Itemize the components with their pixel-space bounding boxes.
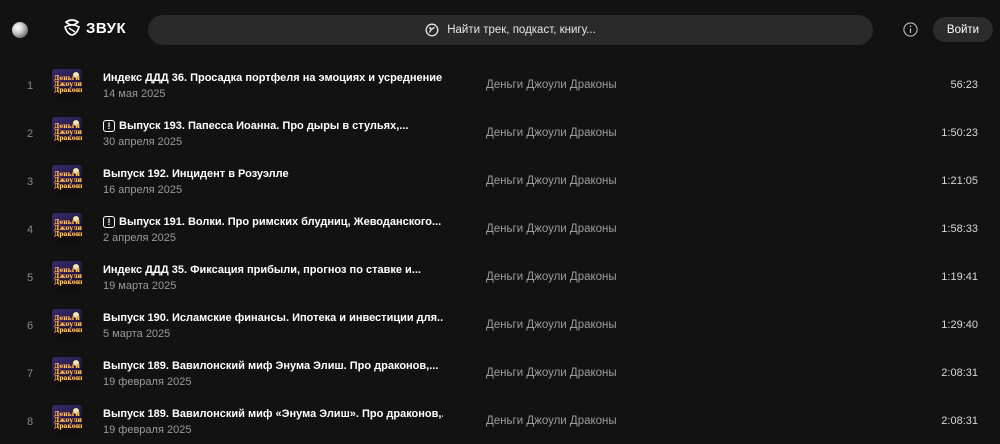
track-row[interactable]: 3 Деньги Джоули Драконы Выпуск 192. Инци… (0, 159, 1000, 207)
info-icon[interactable] (903, 22, 918, 37)
podcast-cover-image[interactable]: Деньги Джоули Драконы (52, 309, 82, 339)
track-number: 5 (26, 272, 34, 284)
track-artist-link[interactable]: Деньги Джоули Драконы (486, 175, 617, 187)
track-duration: 1:21:05 (941, 175, 978, 187)
track-duration: 1:19:41 (941, 271, 978, 283)
track-date: 16 апреля 2025 (103, 184, 183, 196)
track-row[interactable]: 5 Деньги Джоули Драконы Индекс ДДД 35. Ф… (0, 255, 1000, 303)
track-row[interactable]: 1 Деньги Джоули Драконы Индекс ДДД 36. П… (0, 63, 1000, 111)
cover-caption-line: Драконы (54, 375, 82, 382)
podcast-cover-image[interactable]: Деньги Джоули Драконы (52, 357, 82, 387)
zvuk-logo-icon (64, 19, 80, 36)
cover-caption-line: Драконы (54, 327, 82, 334)
track-artist-link[interactable]: Деньги Джоули Драконы (486, 127, 617, 139)
track-title-text: Индекс ДДД 35. Фиксация прибыли, прогноз… (103, 264, 421, 276)
track-date: 19 марта 2025 (103, 280, 177, 292)
track-number: 2 (26, 128, 34, 140)
podcast-cover-image[interactable]: Деньги Джоули Драконы (52, 261, 82, 291)
cover-caption: Деньги Джоули Драконы (54, 364, 82, 382)
track-row[interactable]: 4 Деньги Джоули Драконы ! Выпуск 191. Во… (0, 207, 1000, 255)
track-duration: 1:29:40 (941, 319, 978, 331)
track-date: 14 мая 2025 (103, 88, 166, 100)
track-row[interactable]: 6 Деньги Джоули Драконы Выпуск 190. Исла… (0, 303, 1000, 351)
cover-caption: Деньги Джоули Драконы (54, 268, 82, 286)
explicit-warning-icon: ! (103, 120, 115, 132)
track-date: 19 февраля 2025 (103, 376, 192, 388)
cover-caption: Деньги Джоули Драконы (54, 220, 82, 238)
track-number: 7 (26, 368, 34, 380)
track-number: 8 (26, 416, 34, 428)
track-number: 1 (26, 80, 34, 92)
track-list: 1 Деньги Джоули Драконы Индекс ДДД 36. П… (0, 63, 1000, 444)
track-artist-link[interactable]: Деньги Джоули Драконы (486, 415, 617, 427)
search-input[interactable]: Найти трек, подкаст, книгу... (148, 15, 873, 45)
track-date: 2 апреля 2025 (103, 232, 177, 244)
cover-caption: Деньги Джоули Драконы (54, 316, 82, 334)
podcast-cover-image[interactable]: Деньги Джоули Драконы (52, 405, 82, 435)
track-title[interactable]: Индекс ДДД 36. Просадка портфеля на эмоц… (103, 72, 442, 84)
track-duration: 2:08:31 (941, 415, 978, 427)
search-placeholder: Найти трек, подкаст, книгу... (447, 24, 596, 36)
top-bar: ЗВУК Найти трек, подкаст, книгу... Войти (0, 0, 1000, 60)
cover-caption: Деньги Джоули Драконы (54, 76, 82, 94)
track-title[interactable]: Выпуск 189. Вавилонский миф «Энума Элиш»… (103, 408, 443, 420)
track-number: 4 (26, 224, 34, 236)
track-date: 19 февраля 2025 (103, 424, 192, 436)
login-button[interactable]: Войти (933, 17, 993, 42)
cover-caption: Деньги Джоули Драконы (54, 124, 82, 142)
explicit-warning-icon: ! (103, 216, 115, 228)
track-row[interactable]: 2 Деньги Джоули Драконы ! Выпуск 193. Па… (0, 111, 1000, 159)
cover-caption-line: Драконы (54, 231, 82, 238)
track-title-text: Выпуск 189. Вавилонский миф «Энума Элиш»… (103, 408, 443, 420)
track-title[interactable]: Выпуск 189. Вавилонский миф Энума Элиш. … (103, 360, 438, 372)
track-title-text: Выпуск 193. Папесса Иоанна. Про дыры в с… (119, 120, 409, 132)
track-title[interactable]: Выпуск 192. Инцидент в Розуэлле (103, 168, 289, 180)
track-date: 5 марта 2025 (103, 328, 171, 340)
cover-caption-line: Драконы (54, 87, 82, 94)
track-number: 6 (26, 320, 34, 332)
cover-caption-line: Драконы (54, 135, 82, 142)
track-duration: 2:08:31 (941, 367, 978, 379)
track-row[interactable]: 8 Деньги Джоули Драконы Выпуск 189. Вави… (0, 399, 1000, 444)
track-title[interactable]: ! Выпуск 191. Волки. Про римских блудниц… (103, 216, 441, 228)
track-title-text: Выпуск 189. Вавилонский миф Энума Элиш. … (103, 360, 439, 372)
track-duration: 1:50:23 (941, 127, 978, 139)
track-number: 3 (26, 176, 34, 188)
podcast-cover-image[interactable]: Деньги Джоули Драконы (52, 213, 82, 243)
track-artist-link[interactable]: Деньги Джоули Драконы (486, 367, 617, 379)
track-artist-link[interactable]: Деньги Джоули Драконы (486, 223, 617, 235)
track-duration: 1:58:33 (941, 223, 978, 235)
podcast-cover-image[interactable]: Деньги Джоули Драконы (52, 117, 82, 147)
podcast-cover-image[interactable]: Деньги Джоули Драконы (52, 165, 82, 195)
track-title-text: Индекс ДДД 36. Просадка портфеля на эмоц… (103, 72, 443, 84)
cover-caption-line: Драконы (54, 423, 82, 430)
track-title-text: Выпуск 192. Инцидент в Розуэлле (103, 168, 289, 180)
cover-caption-line: Драконы (54, 183, 82, 190)
track-title[interactable]: Выпуск 190. Исламские финансы. Ипотека и… (103, 312, 443, 324)
cover-caption: Деньги Джоули Драконы (54, 412, 82, 430)
track-artist-link[interactable]: Деньги Джоули Драконы (486, 79, 617, 91)
logo-text: ЗВУК (86, 19, 127, 37)
vinyl-disc-icon[interactable] (12, 22, 28, 38)
track-date: 30 апреля 2025 (103, 136, 183, 148)
cover-caption: Деньги Джоули Драконы (54, 172, 82, 190)
track-artist-link[interactable]: Деньги Джоули Драконы (486, 271, 617, 283)
track-title[interactable]: ! Выпуск 193. Папесса Иоанна. Про дыры в… (103, 120, 408, 132)
cover-caption-line: Драконы (54, 279, 82, 286)
track-title-text: Выпуск 190. Исламские финансы. Ипотека и… (103, 312, 443, 324)
search-icon (425, 23, 439, 37)
track-duration: 56:23 (950, 79, 978, 91)
podcast-cover-image[interactable]: Деньги Джоули Драконы (52, 69, 82, 99)
zvuk-logo[interactable]: ЗВУК (63, 19, 126, 37)
track-artist-link[interactable]: Деньги Джоули Драконы (486, 319, 617, 331)
track-title[interactable]: Индекс ДДД 35. Фиксация прибыли, прогноз… (103, 264, 421, 276)
track-row[interactable]: 7 Деньги Джоули Драконы Выпуск 189. Вави… (0, 351, 1000, 399)
track-title-text: Выпуск 191. Волки. Про римских блудниц, … (119, 216, 442, 228)
